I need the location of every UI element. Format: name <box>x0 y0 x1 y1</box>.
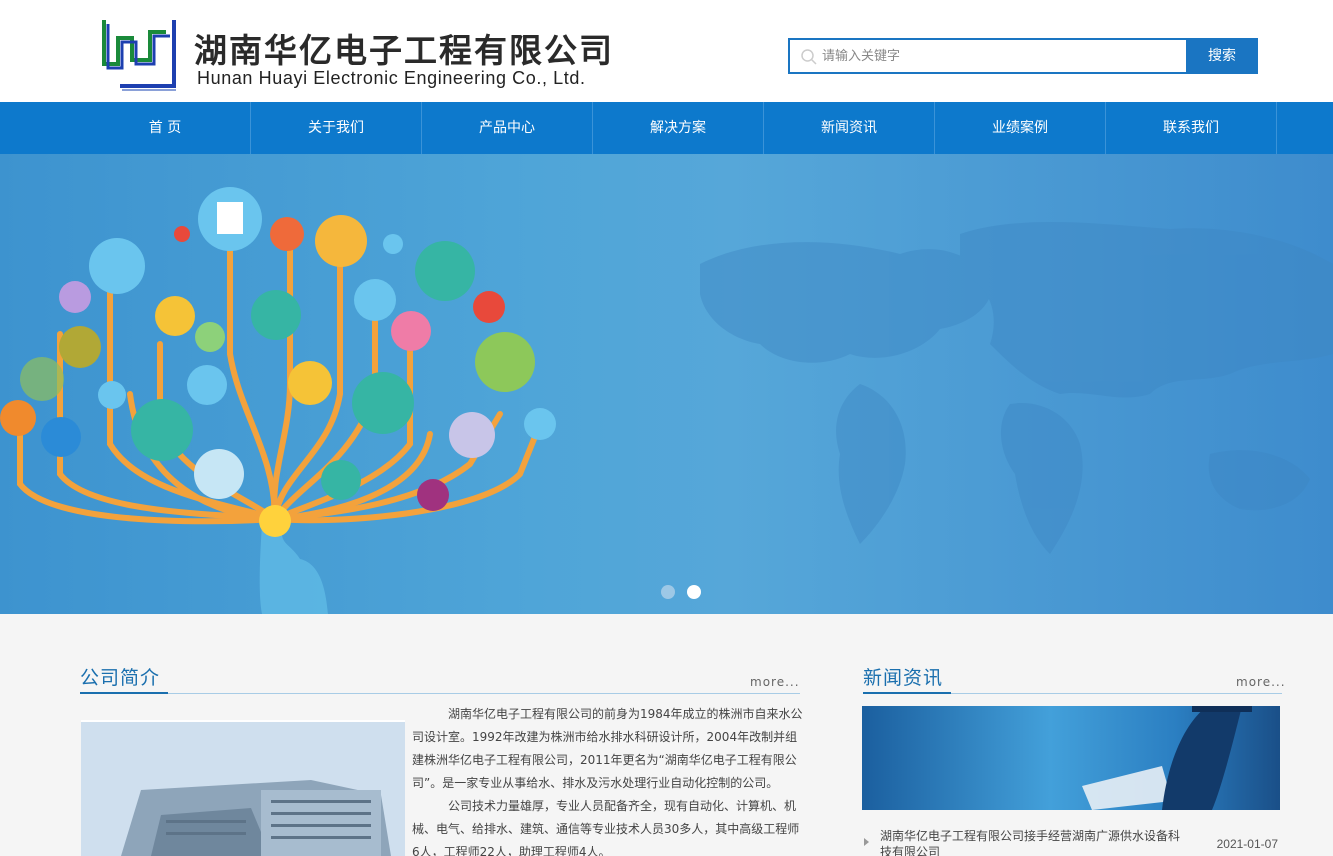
about-more-link[interactable]: more... <box>750 675 800 689</box>
news-section-title: 新闻资讯 <box>863 667 944 689</box>
news-feature-image[interactable] <box>862 706 1280 810</box>
nav-item-cases[interactable]: 业绩案例 <box>935 102 1106 154</box>
news-divider <box>863 692 1282 694</box>
banner-dot-2[interactable] <box>687 585 701 599</box>
world-map-graphic <box>700 222 1333 554</box>
about-section-title: 公司简介 <box>80 667 161 689</box>
nav-item-home[interactable]: 首 页 <box>80 102 251 154</box>
nav-item-about[interactable]: 关于我们 <box>251 102 422 154</box>
arrow-right-icon <box>864 838 869 846</box>
company-name-cn: 湖南华亿电子工程有限公司 <box>194 31 614 70</box>
banner-illustration <box>0 187 1333 614</box>
company-logo[interactable] <box>100 16 180 92</box>
news-more-link[interactable]: more... <box>1236 675 1286 689</box>
site-header: 湖南华亿电子工程有限公司 Hunan Huayi Electronic Engi… <box>0 0 1333 102</box>
about-paragraph-2: 公司技术力量雄厚，专业人员配备齐全，现有自动化、计算机、机械、电气、给排水、建筑… <box>412 799 800 856</box>
news-item-title[interactable]: 湖南华亿电子工程有限公司接手经营湖南广源供水设备科技有限公司 <box>880 828 1190 856</box>
main-nav: 首 页 关于我们 产品中心 解决方案 新闻资讯 业绩案例 联系我们 <box>0 102 1333 154</box>
hero-banner[interactable] <box>0 154 1333 614</box>
nav-item-contact[interactable]: 联系我们 <box>1106 102 1277 154</box>
search-box: 搜索 <box>788 38 1258 74</box>
news-item-date: 2021-01-07 <box>1216 837 1278 851</box>
about-description: 湖南华亿电子工程有限公司的前身为1984年成立的株洲市自来水公司设计室。1992… <box>412 703 804 856</box>
search-button[interactable]: 搜索 <box>1186 38 1258 74</box>
company-building-image <box>81 720 405 856</box>
search-icon <box>801 49 817 65</box>
news-list-item[interactable]: 湖南华亿电子工程有限公司接手经营湖南广源供水设备科技有限公司 2021-01-0… <box>862 828 1280 856</box>
company-name-en: Hunan Huayi Electronic Engineering Co., … <box>197 68 586 88</box>
nav-item-products[interactable]: 产品中心 <box>422 102 593 154</box>
nav-item-news[interactable]: 新闻资讯 <box>764 102 935 154</box>
search-input[interactable] <box>822 40 1182 72</box>
about-divider <box>80 692 800 694</box>
banner-dot-1[interactable] <box>661 585 675 599</box>
about-paragraph-1: 湖南华亿电子工程有限公司的前身为1984年成立的株洲市自来水公司设计室。1992… <box>412 707 803 790</box>
nav-item-solutions[interactable]: 解决方案 <box>593 102 764 154</box>
